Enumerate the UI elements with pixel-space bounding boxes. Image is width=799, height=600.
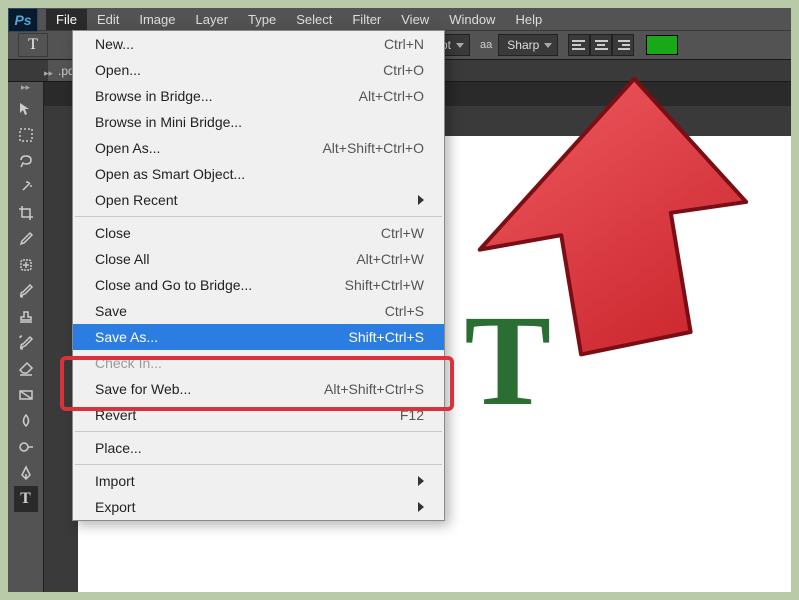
pen-tool[interactable] <box>14 460 38 486</box>
history-brush-tool[interactable] <box>14 330 38 356</box>
menu-type[interactable]: Type <box>238 9 286 30</box>
align-right-button[interactable] <box>612 34 634 56</box>
stamp-tool[interactable] <box>14 304 38 330</box>
tools-expander-icon[interactable]: ▸▸ <box>8 82 43 96</box>
menu-browse-mini-bridge[interactable]: Browse in Mini Bridge... <box>73 109 444 135</box>
wand-tool[interactable] <box>14 174 38 200</box>
lasso-tool[interactable] <box>14 148 38 174</box>
align-left-button[interactable] <box>568 34 590 56</box>
menu-open-smart[interactable]: Open as Smart Object... <box>73 161 444 187</box>
file-menu-dropdown: New...Ctrl+N Open...Ctrl+O Browse in Bri… <box>72 30 445 521</box>
text-align-group <box>568 34 634 56</box>
menu-close[interactable]: CloseCtrl+W <box>73 220 444 246</box>
menu-help[interactable]: Help <box>505 9 552 30</box>
gradient-tool[interactable] <box>14 382 38 408</box>
antialias-label: aa <box>480 39 492 51</box>
menu-save-for-web[interactable]: Save for Web...Alt+Shift+Ctrl+S <box>73 376 444 402</box>
menu-filter[interactable]: Filter <box>342 9 391 30</box>
menu-close-all[interactable]: Close AllAlt+Ctrl+W <box>73 246 444 272</box>
menubar: File Edit Image Layer Type Select Filter… <box>38 8 791 30</box>
menu-browse-bridge[interactable]: Browse in Bridge...Alt+Ctrl+O <box>73 83 444 109</box>
app-frame: Ps File Edit Image Layer Type Select Fil… <box>8 8 791 592</box>
text-color-swatch[interactable] <box>646 35 678 55</box>
dodge-tool[interactable] <box>14 434 38 460</box>
menu-separator <box>75 216 442 217</box>
menu-open-recent[interactable]: Open Recent <box>73 187 444 213</box>
eyedropper-tool[interactable] <box>14 226 38 252</box>
menu-separator <box>75 464 442 465</box>
menu-open-as[interactable]: Open As...Alt+Shift+Ctrl+O <box>73 135 444 161</box>
menu-window[interactable]: Window <box>439 9 505 30</box>
marquee-tool[interactable] <box>14 122 38 148</box>
brush-tool[interactable] <box>14 278 38 304</box>
menu-check-in: Check In... <box>73 350 444 376</box>
tools-panel: ▸▸ T <box>8 82 44 592</box>
menu-file[interactable]: File <box>46 9 87 30</box>
app-logo: Ps <box>8 8 38 32</box>
menu-edit[interactable]: Edit <box>87 9 129 30</box>
menu-export[interactable]: Export <box>73 494 444 520</box>
menu-separator <box>75 431 442 432</box>
crop-tool[interactable] <box>14 200 38 226</box>
blur-tool[interactable] <box>14 408 38 434</box>
menu-import[interactable]: Import <box>73 468 444 494</box>
eraser-tool[interactable] <box>14 356 38 382</box>
align-center-button[interactable] <box>590 34 612 56</box>
menu-layer[interactable]: Layer <box>186 9 239 30</box>
antialias-value: Sharp <box>507 38 539 52</box>
text-tool-indicator: T <box>18 33 48 57</box>
options-expander-icon[interactable]: ▸▸ <box>44 68 62 78</box>
menu-place[interactable]: Place... <box>73 435 444 461</box>
antialias-dropdown[interactable]: Sharp <box>498 34 558 56</box>
menu-revert[interactable]: RevertF12 <box>73 402 444 428</box>
menu-save[interactable]: SaveCtrl+S <box>73 298 444 324</box>
menu-view[interactable]: View <box>391 9 439 30</box>
menu-save-as[interactable]: Save As...Shift+Ctrl+S <box>73 324 444 350</box>
menu-open[interactable]: Open...Ctrl+O <box>73 57 444 83</box>
healing-tool[interactable] <box>14 252 38 278</box>
menu-close-bridge[interactable]: Close and Go to Bridge...Shift+Ctrl+W <box>73 272 444 298</box>
menu-new[interactable]: New...Ctrl+N <box>73 31 444 57</box>
move-tool[interactable] <box>14 96 38 122</box>
menu-select[interactable]: Select <box>286 9 342 30</box>
type-tool[interactable]: T <box>14 486 38 512</box>
menu-image[interactable]: Image <box>129 9 185 30</box>
